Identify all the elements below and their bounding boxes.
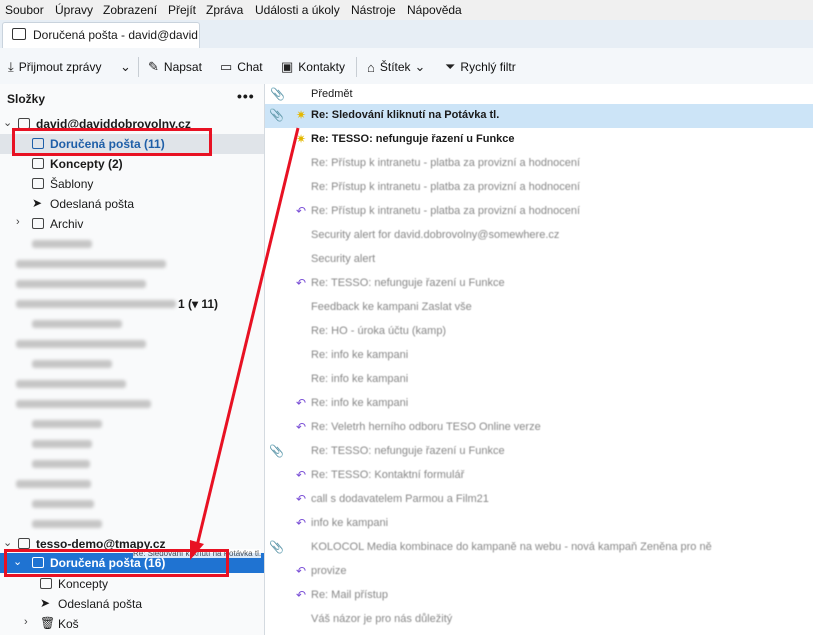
annotation-arrow — [190, 127, 300, 560]
